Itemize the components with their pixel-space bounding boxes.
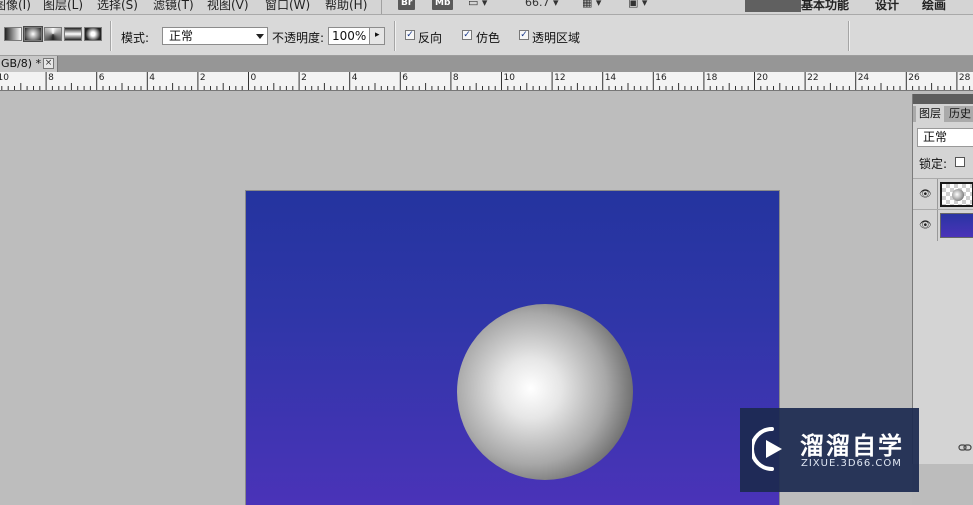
sphere-thumbnail [952, 189, 964, 201]
horizontal-ruler: 1086420246810121416182022242628 [0, 72, 973, 91]
ruler-label: 10 [503, 73, 515, 83]
mini-bridge-button[interactable]: Mb [432, 0, 454, 10]
layer-divider [937, 179, 938, 210]
dither-checkbox[interactable]: ✓ [462, 30, 472, 40]
zoom-dropdown[interactable]: 66.7 ▾ [525, 0, 559, 9]
layer-thumbnail [940, 213, 973, 238]
sphere-shape [457, 304, 633, 480]
linear-gradient-button[interactable] [4, 27, 22, 41]
ruler-label: 2 [199, 73, 206, 83]
workspace-essentials[interactable]: 基本功能 [801, 0, 849, 13]
ruler-label: 24 [857, 73, 870, 83]
options-bar: 模式: 正常 不透明度: 100% ▸ ✓ 反向 ✓ 仿色 ✓ 透明区域 [0, 15, 973, 56]
document-tab-title: GB/8) * [1, 57, 42, 70]
panel-tabs: 图层 历史 [913, 106, 973, 122]
menu-image[interactable]: 图像(I) [0, 0, 31, 13]
ruler-label: 20 [756, 73, 768, 83]
triangle-right-icon: ▸ [375, 30, 380, 40]
arrange-documents-dropdown[interactable]: ▦ ▾ [582, 0, 601, 9]
menu-separator [381, 0, 382, 14]
lock-transparent-icon[interactable] [955, 157, 965, 167]
menu-select[interactable]: 选择(S) [97, 0, 138, 13]
reflected-gradient-button[interactable] [64, 27, 82, 41]
ruler-label: 16 [655, 73, 667, 83]
bridge-button[interactable]: Br [398, 0, 416, 10]
tab-layers[interactable]: 图层 [916, 106, 944, 122]
reverse-checkbox[interactable]: ✓ [405, 30, 415, 40]
reverse-label: 反向 [418, 31, 443, 45]
tab-history[interactable]: 历史 [946, 106, 973, 122]
lock-label: 锁定: [919, 157, 948, 171]
menu-filter[interactable]: 滤镜(T) [153, 0, 194, 13]
ruler-label: 4 [149, 73, 156, 83]
transparency-checkbox[interactable]: ✓ [519, 30, 529, 40]
document-canvas[interactable] [246, 191, 779, 505]
watermark-url: ZIXUE.3D66.COM [801, 458, 902, 469]
layer-thumbnail [940, 182, 973, 207]
ruler-label: 6 [98, 73, 105, 83]
ruler-label: 14 [604, 73, 617, 83]
screen-mode-dropdown[interactable]: ▣ ▾ [628, 0, 647, 9]
chevron-down-icon [256, 34, 264, 39]
layer-row-sphere[interactable]: 👁 [913, 178, 973, 210]
workspace-design[interactable]: 设计 [875, 0, 899, 13]
transparency-label: 透明区域 [532, 31, 581, 45]
options-separator [110, 21, 112, 51]
layers-panel: 图层 历史 正常 锁定: 👁 👁 [912, 94, 973, 464]
ruler-label: 8 [452, 73, 459, 83]
options-separator [394, 21, 396, 51]
document-tab-bar: GB/8) * × [0, 56, 973, 72]
play-logo-icon [752, 427, 782, 471]
eye-icon[interactable]: 👁 [919, 189, 932, 200]
workspace-essentials-active[interactable]: ​ [745, 0, 801, 12]
opacity-slider-button[interactable]: ▸ [369, 27, 385, 45]
ruler-label: 4 [351, 73, 358, 83]
panel-header[interactable] [913, 94, 973, 104]
menu-help[interactable]: 帮助(H) [325, 0, 367, 13]
view-extras-dropdown[interactable]: ▭ ▾ [468, 0, 487, 9]
mode-value: 正常 [169, 29, 194, 43]
link-layers-icon[interactable] [943, 440, 973, 456]
watermark: 溜溜自学 ZIXUE.3D66.COM [740, 408, 919, 492]
opacity-label: 不透明度: [272, 31, 325, 45]
ruler-label: 0 [250, 73, 257, 83]
diamond-gradient-button[interactable] [84, 27, 102, 41]
layer-row-background[interactable]: 👁 [913, 209, 973, 241]
close-icon[interactable]: × [43, 58, 54, 69]
dither-label: 仿色 [476, 31, 501, 45]
ruler-label: 10 [0, 73, 9, 83]
menu-view[interactable]: 视图(V) [207, 0, 249, 13]
ruler-label: 28 [958, 73, 971, 83]
mode-select[interactable]: 正常 [162, 27, 268, 45]
ruler-label: 8 [48, 73, 54, 83]
layer-blend-mode-select[interactable]: 正常 [917, 128, 973, 147]
ruler-label: 22 [807, 73, 819, 83]
menu-layer[interactable]: 图层(L) [43, 0, 83, 13]
ruler-label: 6 [402, 73, 409, 83]
ruler-label: 12 [554, 73, 566, 83]
angle-gradient-button[interactable] [44, 27, 62, 41]
zoom-value: 66.7 [525, 0, 550, 9]
ruler-ticks [1, 72, 971, 90]
workspace-painting[interactable]: 绘画 [922, 0, 946, 13]
watermark-brand: 溜溜自学 [800, 432, 904, 460]
ruler-label: 26 [908, 73, 920, 83]
opacity-input[interactable]: 100% [328, 27, 370, 45]
menu-bar: 图像(I) 图层(L) 选择(S) 滤镜(T) 视图(V) 窗口(W) 帮助(H… [0, 0, 973, 15]
mode-label: 模式: [121, 31, 150, 45]
menu-window[interactable]: 窗口(W) [265, 0, 310, 13]
ruler-label: 18 [705, 73, 718, 83]
eye-icon[interactable]: 👁 [919, 220, 932, 231]
ruler-label: 2 [301, 73, 307, 83]
options-separator [848, 21, 850, 51]
radial-gradient-button[interactable] [24, 27, 42, 41]
document-tab[interactable]: GB/8) * × [0, 56, 58, 72]
layer-divider [937, 210, 938, 241]
